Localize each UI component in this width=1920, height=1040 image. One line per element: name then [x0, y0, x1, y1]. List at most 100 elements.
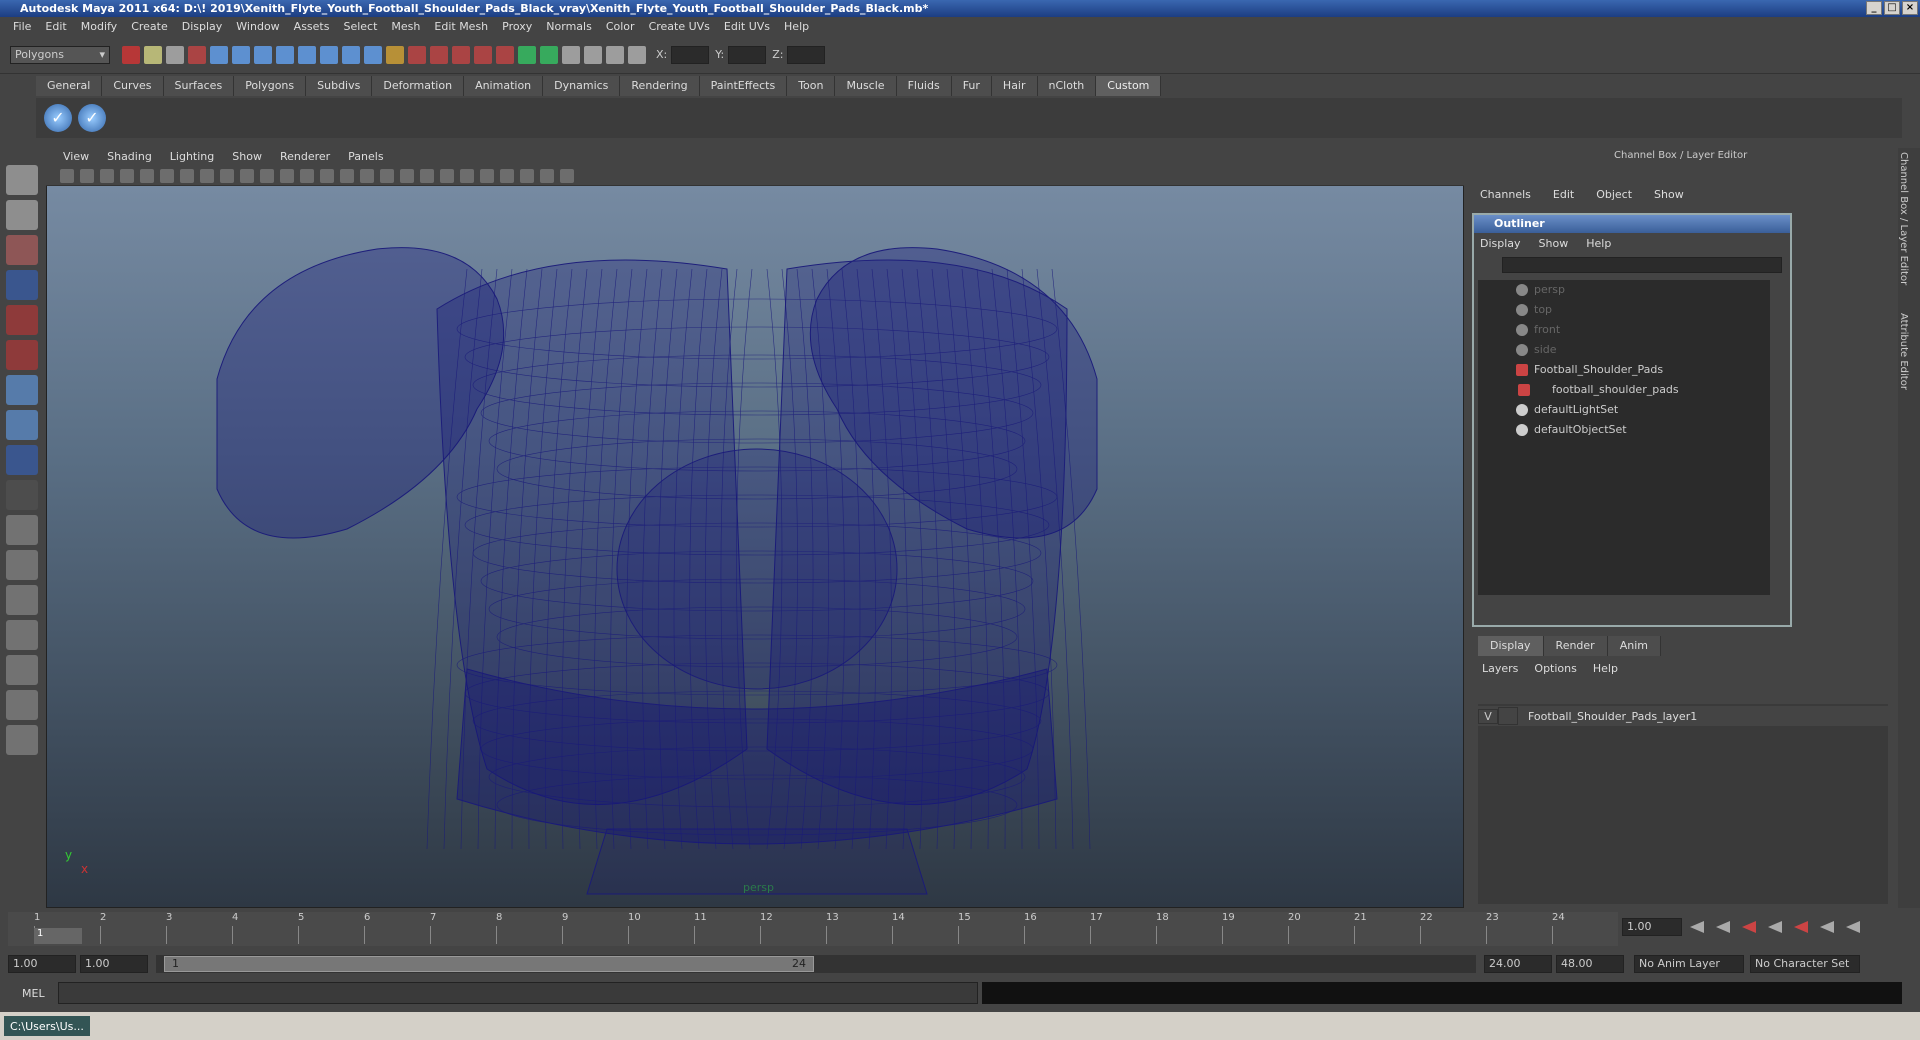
status-tool-icon-19[interactable] [518, 45, 536, 64]
paint-select-icon[interactable] [6, 235, 38, 265]
viewport-tool-icon-15[interactable] [340, 168, 354, 183]
outliner-menu-display[interactable]: Display [1480, 237, 1521, 250]
viewport-tool-icon-8[interactable] [200, 168, 214, 183]
viewport-menu-renderer[interactable]: Renderer [271, 148, 339, 166]
x-field[interactable] [671, 45, 710, 64]
viewport-tool-icon-2[interactable] [80, 168, 94, 183]
viewport-menu-shading[interactable]: Shading [98, 148, 161, 166]
status-tool-icon-15[interactable] [430, 45, 448, 64]
step-back-key-icon[interactable] [1716, 921, 1730, 933]
minimize-button[interactable]: _ [1866, 1, 1882, 15]
viewport-tool-icon-3[interactable] [100, 168, 114, 183]
viewport-tool-icon-26[interactable] [560, 168, 574, 183]
range-slider[interactable]: 1 24 [156, 955, 1476, 973]
viewport-tool-icon-4[interactable] [120, 168, 134, 183]
viewport-tool-icon-7[interactable] [180, 168, 194, 183]
channel-menu-object[interactable]: Object [1596, 188, 1632, 201]
viewport-tool-icon-10[interactable] [240, 168, 254, 183]
character-set-select[interactable]: No Character Set [1750, 955, 1860, 973]
status-tool-icon-2[interactable] [144, 45, 162, 64]
menu-file[interactable]: File [6, 17, 38, 36]
outliner-menu-help[interactable]: Help [1586, 237, 1611, 250]
close-button[interactable]: × [1902, 1, 1918, 15]
tab-surfaces[interactable]: Surfaces [163, 76, 235, 96]
menu-window[interactable]: Window [229, 17, 286, 36]
tab-general[interactable]: General [36, 76, 103, 96]
viewport-tool-icon-11[interactable] [260, 168, 274, 183]
tab-muscle[interactable]: Muscle [835, 76, 897, 96]
viewport-tool-icon-5[interactable] [140, 168, 154, 183]
outliner-item-side[interactable]: side [1478, 340, 1770, 360]
select-tool-icon[interactable] [6, 165, 38, 195]
blank-tool[interactable] [6, 480, 38, 510]
status-tool-icon-4[interactable] [188, 45, 206, 64]
layout-hypershade-icon[interactable] [6, 655, 38, 685]
tab-animation[interactable]: Animation [464, 76, 544, 96]
start-time-field[interactable]: 1.00 [8, 955, 76, 973]
anim-layer-select[interactable]: No Anim Layer [1634, 955, 1744, 973]
menu-display[interactable]: Display [175, 17, 230, 36]
layout-single-icon[interactable] [6, 515, 38, 545]
status-tool-icon-14[interactable] [408, 45, 426, 64]
outliner-menu-show[interactable]: Show [1539, 237, 1569, 250]
viewport-tool-icon-22[interactable] [480, 168, 494, 183]
viewport-tool-icon-12[interactable] [280, 168, 294, 183]
channel-menu-channels[interactable]: Channels [1480, 188, 1531, 201]
status-tool-icon-8[interactable] [276, 45, 294, 64]
last-tool-icon[interactable] [6, 445, 38, 475]
tab-painteffects[interactable]: PaintEffects [699, 76, 788, 96]
goto-start-icon[interactable] [1690, 921, 1704, 933]
menu-proxy[interactable]: Proxy [495, 17, 539, 36]
move-tool-icon[interactable] [6, 270, 38, 300]
rotate-tool-icon[interactable] [6, 305, 38, 335]
tab-fluids[interactable]: Fluids [896, 76, 952, 96]
menu-modify[interactable]: Modify [74, 17, 124, 36]
outliner-item-persp[interactable]: persp [1478, 280, 1770, 300]
menu-assets[interactable]: Assets [287, 17, 337, 36]
layer-tab-display[interactable]: Display [1478, 636, 1544, 656]
status-tool-icon-17[interactable] [474, 45, 492, 64]
manipulator-icon[interactable] [6, 375, 38, 405]
mode-select[interactable]: Polygons ▾ [10, 45, 110, 64]
status-tool-icon-21[interactable] [562, 45, 580, 64]
playback-end-field[interactable]: 24.00 [1484, 955, 1552, 973]
status-tool-icon-23[interactable] [606, 45, 624, 64]
current-frame-marker[interactable]: 1 [34, 928, 82, 944]
menu-create[interactable]: Create [124, 17, 175, 36]
tab-fur[interactable]: Fur [951, 76, 992, 96]
side-tab-attribute-editor[interactable]: Attribute Editor [1898, 309, 1909, 394]
viewport-tool-icon-18[interactable] [400, 168, 414, 183]
menu-normals[interactable]: Normals [539, 17, 599, 36]
menu-select[interactable]: Select [336, 17, 384, 36]
menu-color[interactable]: Color [599, 17, 642, 36]
viewport-menu-view[interactable]: View [54, 148, 98, 166]
mel-input[interactable] [58, 982, 978, 1004]
viewport-tool-icon-13[interactable] [300, 168, 314, 183]
status-tool-icon-22[interactable] [584, 45, 602, 64]
status-tool-icon-9[interactable] [298, 45, 316, 64]
maximize-button[interactable]: □ [1884, 1, 1900, 15]
playback-start-field[interactable]: 1.00 [80, 955, 148, 973]
current-time-field[interactable]: 1.00 [1622, 918, 1682, 936]
z-field[interactable] [787, 45, 826, 64]
menu-edit-mesh[interactable]: Edit Mesh [427, 17, 495, 36]
tab-rendering[interactable]: Rendering [620, 76, 700, 96]
menu-edit-uvs[interactable]: Edit UVs [717, 17, 777, 36]
layout-outliner-icon[interactable] [6, 585, 38, 615]
viewport-tool-icon-25[interactable] [540, 168, 554, 183]
status-tool-icon-20[interactable] [540, 45, 558, 64]
status-tool-icon-1[interactable] [122, 45, 140, 64]
tab-polygons[interactable]: Polygons [234, 76, 307, 96]
outliner-item-front[interactable]: front [1478, 320, 1770, 340]
status-tool-icon-3[interactable] [166, 45, 184, 64]
more-layouts-icon[interactable] [6, 725, 38, 755]
menu-help[interactable]: Help [777, 17, 816, 36]
viewport-tool-icon-6[interactable] [160, 168, 174, 183]
viewport-menu-panels[interactable]: Panels [339, 148, 392, 166]
outliner-item-defaultlightset[interactable]: defaultLightSet [1478, 400, 1770, 420]
play-back-icon[interactable] [1768, 921, 1782, 933]
layout-graph-icon[interactable] [6, 620, 38, 650]
play-forward-icon[interactable] [1794, 921, 1808, 933]
side-tab-channel-box[interactable]: Channel Box / Layer Editor [1898, 148, 1909, 289]
viewport-tool-icon-23[interactable] [500, 168, 514, 183]
